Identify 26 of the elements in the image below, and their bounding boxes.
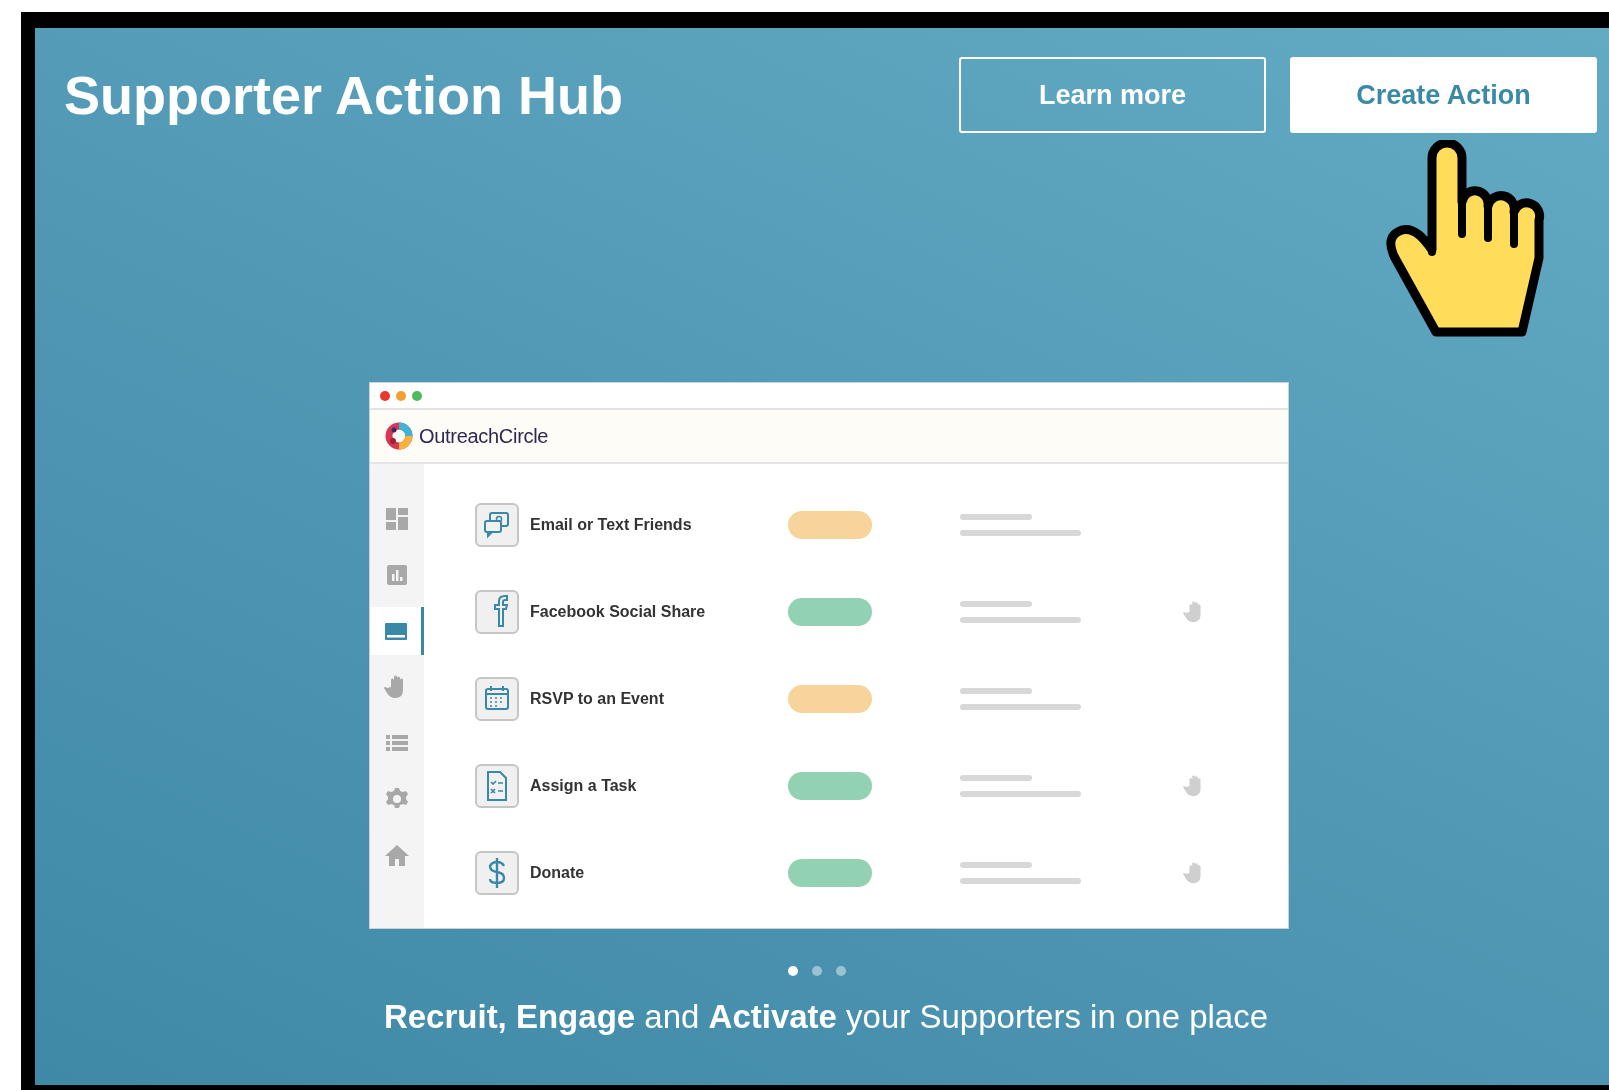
- window-control-dot: [412, 390, 422, 401]
- action-label: RSVP to an Event: [530, 689, 665, 708]
- window-control-dot: [396, 390, 406, 401]
- dashboard-icon: [384, 506, 410, 532]
- brand-name: OutreachCircle: [419, 424, 549, 448]
- carousel-dot[interactable]: [836, 966, 846, 976]
- learn-more-button[interactable]: Learn more: [959, 57, 1266, 133]
- action-label: Facebook Social Share: [530, 602, 707, 621]
- action-label: Donate: [530, 863, 586, 882]
- chat-bubbles-icon: [475, 502, 519, 547]
- home-icon: [384, 842, 410, 868]
- logo-icon: [385, 422, 413, 450]
- action-label: Assign a Task: [530, 776, 638, 795]
- carousel-dot[interactable]: [812, 966, 822, 976]
- window-control-dot: [380, 390, 390, 401]
- create-action-button[interactable]: Create Action: [1290, 57, 1597, 133]
- dollar-icon: [475, 850, 519, 895]
- action-label: Email or Text Friends: [530, 515, 693, 534]
- page-title: Supporter Action Hub: [64, 64, 623, 126]
- calendar-icon: [475, 676, 519, 721]
- facebook-icon: [475, 589, 519, 634]
- sidebar-item[interactable]: [370, 607, 424, 655]
- bar-chart-icon: [384, 562, 410, 588]
- checklist-document-icon: [475, 763, 519, 808]
- tagline: Recruit, Engage and Activate your Supporters in one place: [382, 998, 1270, 1036]
- carousel-dot[interactable]: [788, 966, 798, 976]
